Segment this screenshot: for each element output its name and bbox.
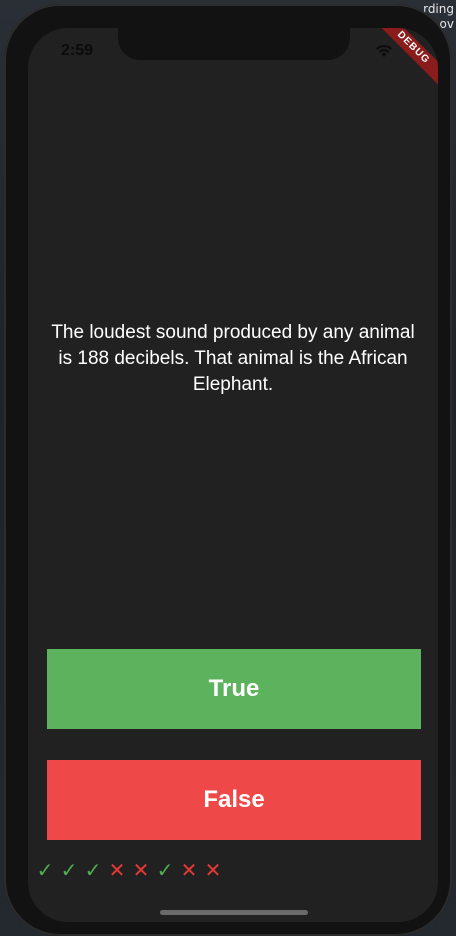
close-icon: ✕ <box>204 858 222 882</box>
status-time: 2:59 <box>61 42 94 59</box>
false-button[interactable]: False <box>47 760 421 840</box>
phone-frame: 2:59 DEBUG The loudest sound produced by… <box>4 4 452 936</box>
app-screen: 2:59 DEBUG The loudest sound produced by… <box>28 28 438 922</box>
score-keeper: ✓ ✓ ✓ ✕ ✕ ✓ ✕ ✕ <box>34 860 224 880</box>
close-icon: ✕ <box>108 858 126 882</box>
check-icon: ✓ <box>60 858 78 882</box>
true-button[interactable]: True <box>47 649 421 729</box>
check-icon: ✓ <box>84 858 102 882</box>
close-icon: ✕ <box>180 858 198 882</box>
check-icon: ✓ <box>156 858 174 882</box>
check-icon: ✓ <box>36 858 54 882</box>
question-text: The loudest sound produced by any animal… <box>51 322 415 395</box>
debug-banner: DEBUG <box>368 28 438 93</box>
home-indicator <box>160 910 308 915</box>
notch <box>118 28 350 60</box>
wifi-icon <box>376 45 392 57</box>
close-icon: ✕ <box>132 858 150 882</box>
